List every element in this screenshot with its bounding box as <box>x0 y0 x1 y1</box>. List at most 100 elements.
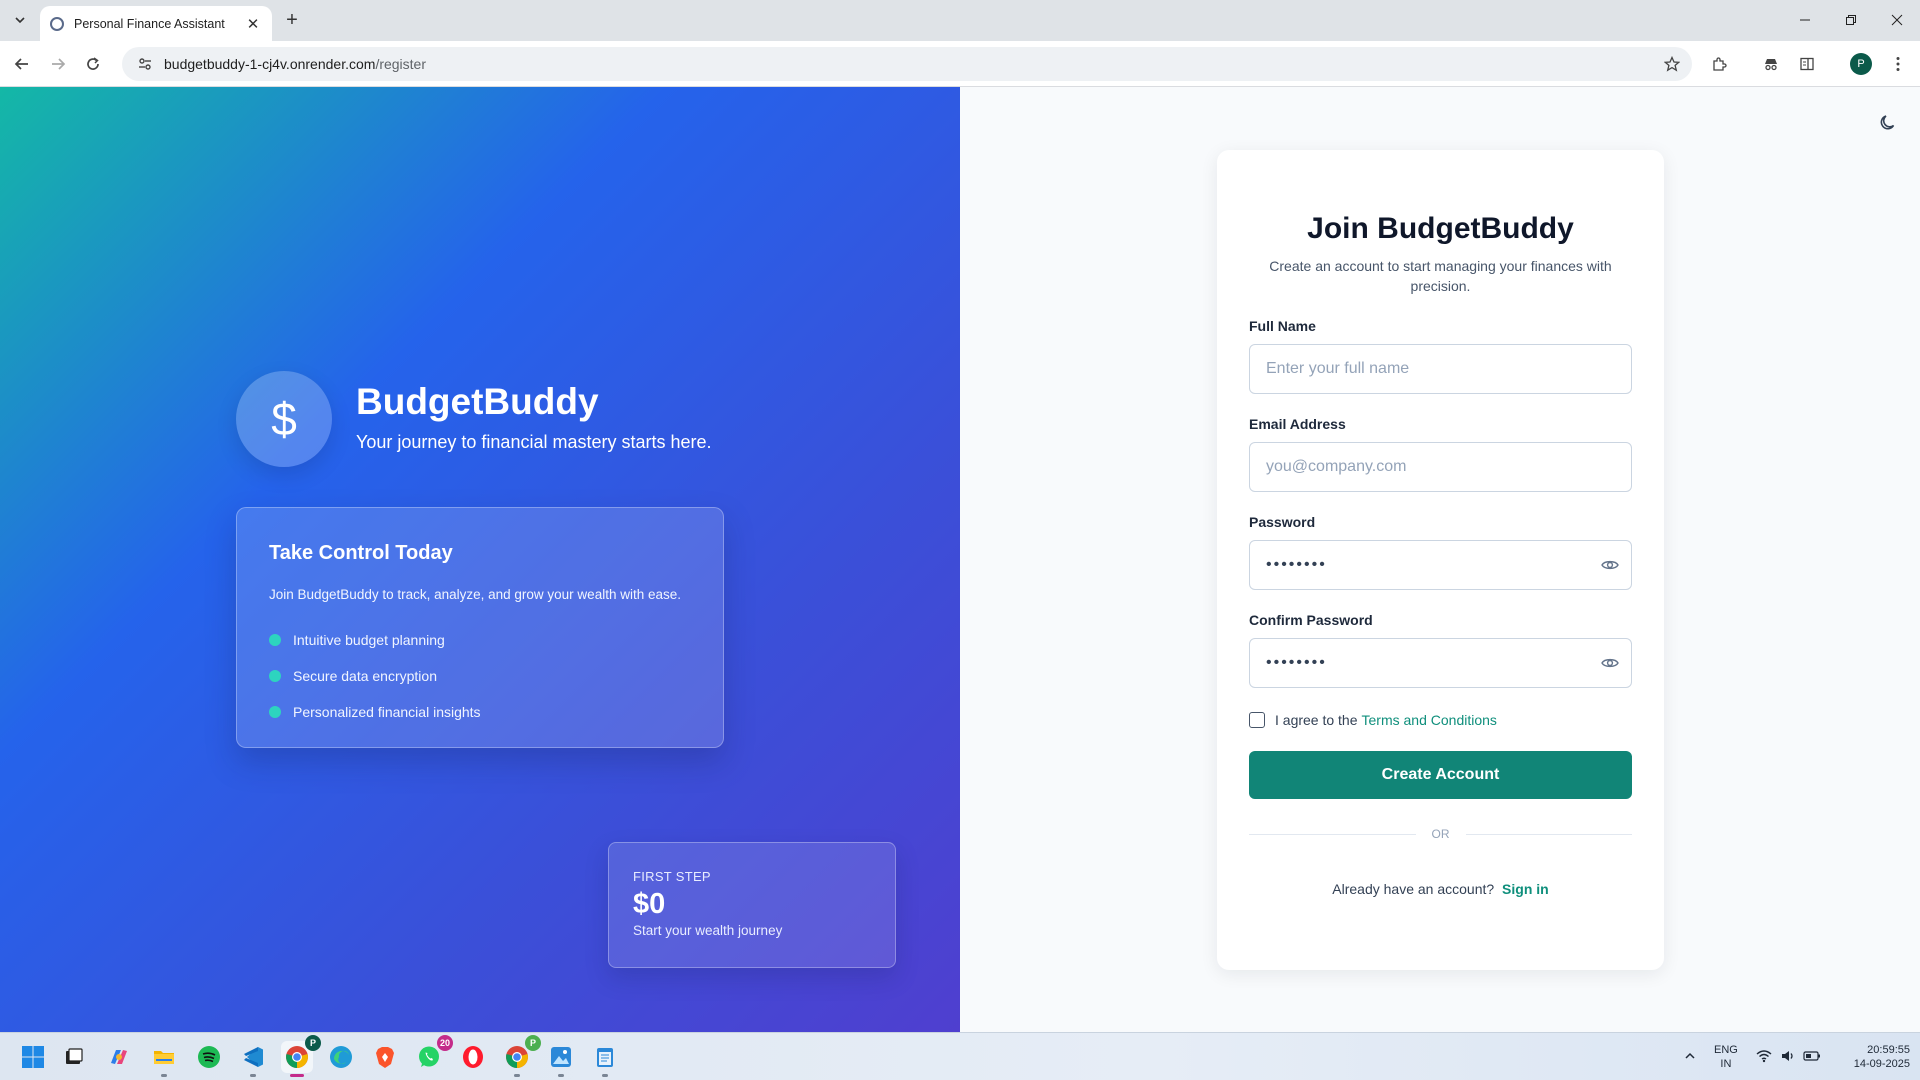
browser-tab-active[interactable]: Personal Finance Assistant ✕ <box>40 6 272 41</box>
email-input[interactable] <box>1249 442 1632 492</box>
file-explorer-icon[interactable] <box>148 1041 180 1077</box>
extensions-puzzle-icon[interactable] <box>1707 52 1731 76</box>
signin-link[interactable]: Sign in <box>1502 881 1549 897</box>
form-subtitle: Create an account to start managing your… <box>1269 258 1612 294</box>
feature-item: Secure data encryption <box>269 658 691 694</box>
incognito-icon[interactable] <box>1759 52 1783 76</box>
url-host: budgetbuddy-1-cj4v.onrender.com <box>164 56 376 72</box>
email-label: Email Address <box>1249 416 1346 432</box>
show-hidden-icons-chevron-icon[interactable] <box>1681 1047 1699 1065</box>
browser-menu-icon[interactable] <box>1886 52 1910 76</box>
taskbar: P 20 P ENG IN 20:59:55 14-09-2025 <box>0 1032 1920 1080</box>
divider-line <box>1249 833 1416 835</box>
vscode-icon[interactable] <box>237 1041 269 1077</box>
feature-item-label: Intuitive budget planning <box>293 632 445 648</box>
password-input[interactable] <box>1249 540 1632 590</box>
whatsapp-unread-badge: 20 <box>436 1035 453 1051</box>
password-label: Password <box>1249 514 1316 530</box>
brand-tagline: Your journey to financial mastery starts… <box>356 432 712 452</box>
forward-arrow-icon[interactable] <box>45 51 71 77</box>
notepad-icon[interactable] <box>589 1041 621 1077</box>
spotify-icon[interactable] <box>193 1041 225 1073</box>
brand-name: BudgetBuddy <box>356 381 599 422</box>
feature-list: Intuitive budget planning Secure data en… <box>269 622 691 730</box>
feature-item: Personalized financial insights <box>269 694 691 730</box>
bullet-dot-icon <box>269 634 281 646</box>
running-indicator <box>558 1074 564 1077</box>
close-window-icon[interactable] <box>1882 8 1912 32</box>
feature-card: Take Control Today Join BudgetBuddy to t… <box>236 507 724 748</box>
site-favicon-icon <box>50 16 64 31</box>
full-name-field: Full Name <box>1249 318 1632 394</box>
lang-line1: ENG <box>1714 1044 1738 1056</box>
profile-avatar[interactable]: P <box>1850 53 1872 75</box>
photos-icon[interactable] <box>545 1041 577 1077</box>
email-field: Email Address <box>1249 416 1632 492</box>
clock-time: 20:59:55 <box>1867 1044 1910 1056</box>
new-tab-plus-icon[interactable]: + <box>281 9 303 31</box>
edge-icon[interactable] <box>325 1041 357 1073</box>
password-field: Password <box>1249 514 1632 590</box>
confirm-password-label: Confirm Password <box>1249 612 1373 628</box>
task-view-icon[interactable] <box>58 1041 90 1073</box>
signin-prompt: Already have an account? <box>1332 881 1495 897</box>
running-indicator <box>602 1074 608 1077</box>
feature-card-title: Take Control Today <box>269 542 453 564</box>
wifi-icon[interactable] <box>1755 1047 1773 1065</box>
feature-item: Intuitive budget planning <box>269 622 691 658</box>
volume-icon[interactable] <box>1779 1047 1797 1065</box>
site-info-icon[interactable] <box>136 55 154 73</box>
bookmark-star-icon[interactable] <box>1662 54 1682 74</box>
url-path: /register <box>375 56 427 72</box>
dollar-logo-icon: $ <box>236 371 332 467</box>
brave-icon[interactable] <box>369 1041 401 1073</box>
divider-text: OR <box>1431 827 1450 841</box>
url-text: budgetbuddy-1-cj4v.onrender.com/register <box>164 56 426 72</box>
stat-value: $0 <box>633 888 666 920</box>
chrome-second-profile-icon[interactable]: P <box>501 1035 541 1077</box>
confirm-password-input[interactable] <box>1249 638 1632 688</box>
hero-panel: $ BudgetBuddy Your journey to financial … <box>0 87 960 1032</box>
register-card: Join BudgetBuddy Create an account to st… <box>1217 150 1664 970</box>
eye-show-confirm-password-icon[interactable] <box>1600 653 1620 673</box>
form-panel: Join BudgetBuddy Create an account to st… <box>960 87 1920 1032</box>
bullet-dot-icon <box>269 706 281 718</box>
feature-card-description: Join BudgetBuddy to track, analyze, and … <box>269 587 681 602</box>
input-language[interactable]: ENG IN <box>1714 1043 1738 1071</box>
browser-tabstrip: Personal Finance Assistant ✕ + <box>0 0 1920 41</box>
opera-icon[interactable] <box>457 1041 489 1073</box>
restore-icon[interactable] <box>1836 8 1866 32</box>
running-indicator <box>161 1074 167 1077</box>
tab-title: Personal Finance Assistant <box>74 16 225 31</box>
divider-line <box>1465 833 1632 835</box>
system-clock[interactable]: 20:59:55 14-09-2025 <box>1852 1043 1910 1071</box>
battery-icon[interactable] <box>1803 1047 1821 1065</box>
terms-link[interactable]: Terms and Conditions <box>1362 712 1497 728</box>
address-bar[interactable]: budgetbuddy-1-cj4v.onrender.com/register <box>122 47 1692 81</box>
reload-icon[interactable] <box>80 51 106 77</box>
chrome-profile-badge: P <box>305 1035 321 1051</box>
clock-date: 14-09-2025 <box>1853 1058 1910 1070</box>
create-account-button[interactable]: Create Account <box>1249 751 1632 799</box>
side-panel-icon[interactable] <box>1795 52 1819 76</box>
browser-toolbar: budgetbuddy-1-cj4v.onrender.com/register… <box>0 41 1920 87</box>
chrome-icon[interactable]: P <box>281 1035 321 1077</box>
chrome2-profile-badge: P <box>525 1035 541 1051</box>
active-indicator <box>290 1074 304 1077</box>
stat-subtext: Start your wealth journey <box>633 923 783 938</box>
eye-show-password-icon[interactable] <box>1600 555 1620 575</box>
whatsapp-icon[interactable]: 20 <box>413 1035 453 1073</box>
back-arrow-icon[interactable] <box>9 51 35 77</box>
moon-theme-toggle-icon[interactable] <box>1874 109 1902 137</box>
feature-item-label: Personalized financial insights <box>293 704 481 720</box>
tab-search-chevron-icon[interactable] <box>8 9 32 31</box>
tab-close-icon[interactable]: ✕ <box>244 15 262 33</box>
full-name-input[interactable] <box>1249 344 1632 394</box>
confirm-password-wrap <box>1249 638 1632 688</box>
form-title: Join BudgetBuddy <box>1307 212 1574 245</box>
feature-item-label: Secure data encryption <box>293 668 437 684</box>
windows-start-icon[interactable] <box>17 1041 49 1073</box>
minimize-icon[interactable] <box>1790 8 1820 32</box>
copilot-icon[interactable] <box>103 1041 135 1073</box>
terms-checkbox[interactable] <box>1249 712 1265 728</box>
